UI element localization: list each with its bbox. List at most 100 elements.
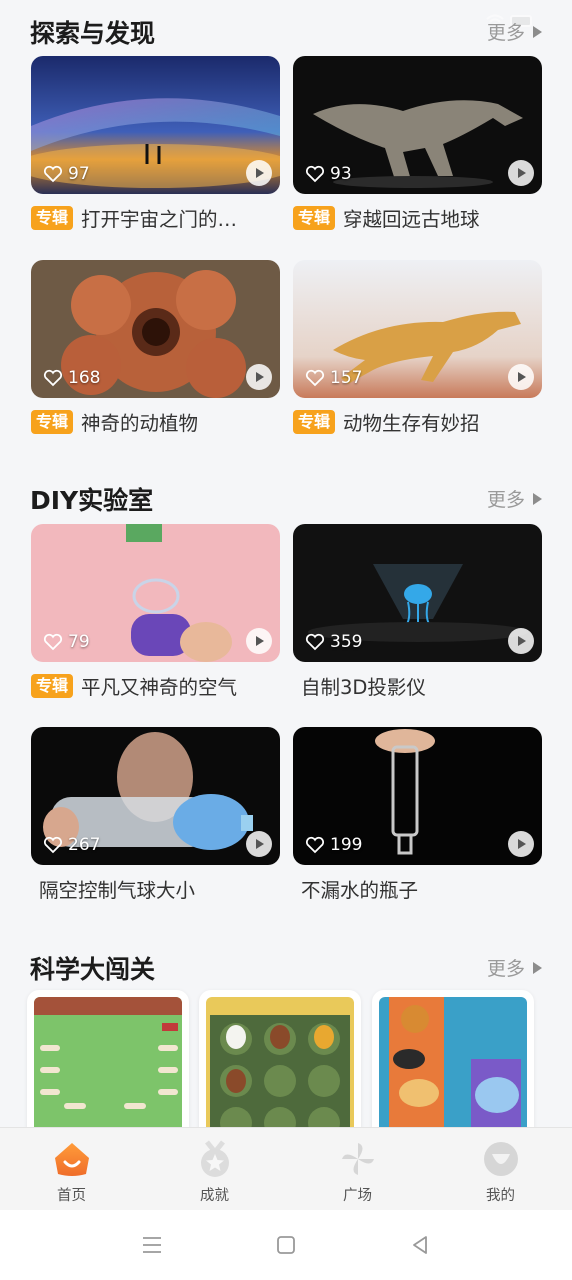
bone-game-image [34, 997, 182, 1143]
like-count: 267 [43, 835, 100, 855]
card-title: 隔空控制气球大小 [39, 879, 196, 902]
play-icon [518, 839, 526, 849]
album-tag: 专辑 [293, 409, 336, 434]
album-tag: 专辑 [31, 409, 74, 434]
album-card[interactable]: 168 专辑 神奇的动植物 [31, 260, 280, 436]
section-header-challenge: 科学大闯关 更多 [0, 946, 572, 986]
tab-label: 我的 [486, 1188, 515, 1204]
pinwheel-icon [341, 1143, 374, 1175]
play-icon [518, 372, 526, 382]
like-number: 168 [68, 368, 101, 388]
video-thumbnail[interactable]: 359 [293, 524, 542, 662]
album-tag: 专辑 [31, 205, 74, 230]
more-label: 更多 [486, 22, 525, 44]
home-square-icon[interactable] [274, 1233, 298, 1257]
play-button[interactable] [246, 160, 272, 186]
video-thumbnail[interactable]: 168 [31, 260, 280, 398]
arrow-right-icon [533, 492, 542, 505]
like-count: 79 [43, 632, 90, 652]
profile-icon [483, 1142, 518, 1176]
video-thumbnail[interactable]: 157 [293, 260, 542, 398]
back-icon[interactable] [408, 1233, 432, 1257]
play-button[interactable] [246, 364, 272, 390]
video-thumbnail[interactable]: 199 [293, 727, 542, 865]
video-thumbnail[interactable]: 79 [31, 524, 280, 662]
medal-icon [200, 1140, 229, 1177]
section-title: 科学大闯关 [30, 955, 156, 984]
more-link[interactable]: 更多 [487, 18, 542, 45]
game-card[interactable] [372, 990, 534, 1150]
album-tag: 专辑 [31, 673, 74, 698]
like-count: 93 [305, 164, 352, 184]
play-icon [518, 168, 526, 178]
card-title: 动物生存有妙招 [343, 412, 480, 435]
like-number: 79 [68, 632, 90, 652]
tab-label: 成就 [200, 1188, 229, 1204]
matching-game-image [206, 997, 354, 1143]
tab-achievements[interactable]: 成就 [143, 1128, 286, 1210]
album-card[interactable]: 93 专辑 穿越回远古地球 [293, 56, 542, 232]
menu-icon[interactable] [140, 1233, 164, 1257]
like-number: 157 [330, 368, 363, 388]
tab-home[interactable]: 首页 [0, 1128, 143, 1210]
game-card[interactable] [199, 990, 361, 1150]
like-number: 93 [330, 164, 352, 184]
like-number: 97 [68, 164, 90, 184]
tab-label: 首页 [57, 1188, 86, 1204]
tab-profile[interactable]: 我的 [429, 1128, 572, 1210]
heart-icon [305, 633, 325, 651]
album-card[interactable]: 79 专辑 平凡又神奇的空气 [31, 524, 280, 700]
card-title: 平凡又神奇的空气 [81, 676, 238, 699]
section-title: DIY实验室 [30, 486, 154, 515]
video-card[interactable]: 359 自制3D投影仪 [293, 524, 542, 700]
like-count: 359 [305, 632, 362, 652]
tab-label: 广场 [343, 1188, 372, 1204]
play-button[interactable] [246, 831, 272, 857]
video-card[interactable]: 267 隔空控制气球大小 [31, 727, 280, 903]
heart-icon [43, 369, 63, 387]
play-button[interactable] [508, 831, 534, 857]
more-label: 更多 [486, 958, 525, 980]
bottom-tab-bar: 首页 成就 广场 我的 [0, 1127, 572, 1210]
section-header-explore: 探索与发现 更多 [0, 10, 572, 50]
like-count: 199 [305, 835, 362, 855]
play-button[interactable] [246, 628, 272, 654]
more-label: 更多 [486, 489, 525, 511]
heart-icon [305, 165, 325, 183]
more-link[interactable]: 更多 [487, 485, 542, 512]
like-number: 199 [330, 835, 363, 855]
play-icon [256, 372, 264, 382]
card-title: 穿越回远古地球 [343, 208, 480, 231]
like-count: 97 [43, 164, 90, 184]
card-title: 打开宇宙之门的… [81, 208, 238, 231]
video-thumbnail[interactable]: 97 [31, 56, 280, 194]
like-number: 359 [330, 632, 363, 652]
video-thumbnail[interactable]: 267 [31, 727, 280, 865]
section-header-diy: DIY实验室 更多 [0, 477, 572, 517]
album-card[interactable]: 157 专辑 动物生存有妙招 [293, 260, 542, 436]
play-button[interactable] [508, 364, 534, 390]
play-button[interactable] [508, 160, 534, 186]
animal-puzzle-image [379, 997, 527, 1143]
card-title: 不漏水的瓶子 [301, 879, 419, 902]
home-icon [54, 1143, 89, 1176]
card-title: 神奇的动植物 [81, 412, 199, 435]
heart-icon [43, 165, 63, 183]
video-card[interactable]: 199 不漏水的瓶子 [293, 727, 542, 903]
album-card[interactable]: 97 专辑 打开宇宙之门的… [31, 56, 280, 232]
section-title: 探索与发现 [30, 19, 156, 48]
more-link[interactable]: 更多 [487, 954, 542, 981]
like-count: 168 [43, 368, 100, 388]
play-icon [518, 636, 526, 646]
heart-icon [43, 633, 63, 651]
tab-square[interactable]: 广场 [286, 1128, 429, 1210]
system-navigation-bar [0, 1210, 572, 1280]
heart-icon [43, 836, 63, 854]
video-thumbnail[interactable]: 93 [293, 56, 542, 194]
like-count: 157 [305, 368, 362, 388]
arrow-right-icon [533, 25, 542, 38]
game-card[interactable] [27, 990, 189, 1150]
play-button[interactable] [508, 628, 534, 654]
album-tag: 专辑 [293, 205, 336, 230]
play-icon [256, 839, 264, 849]
